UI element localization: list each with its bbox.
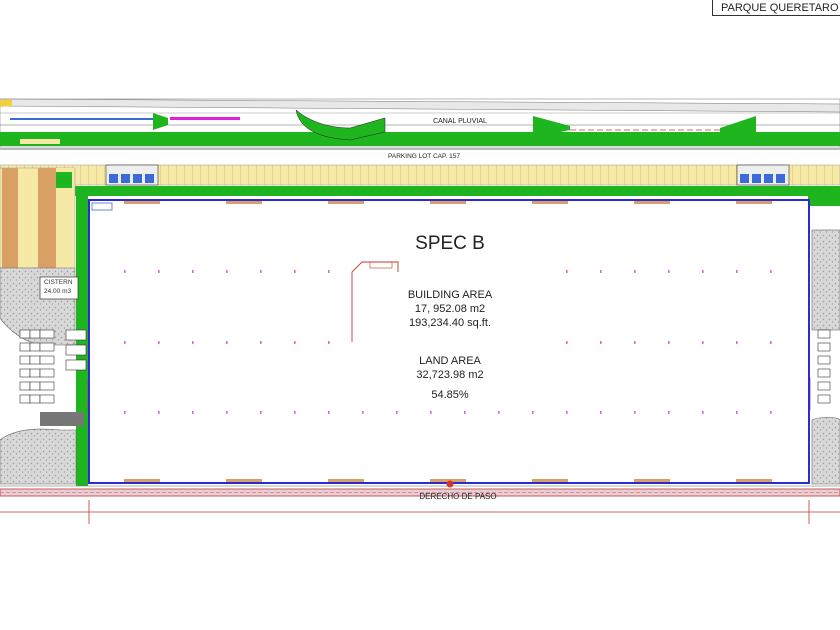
canal-label: CANAL PLUVIAL	[433, 118, 487, 125]
column-mark	[634, 270, 636, 273]
column-mark	[668, 411, 670, 414]
column-mark	[600, 411, 602, 414]
column-mark	[328, 270, 330, 273]
column-mark	[770, 341, 772, 344]
column-mark	[124, 270, 126, 273]
column-mark	[736, 411, 738, 414]
column-mark	[634, 411, 636, 414]
column-mark	[226, 411, 228, 414]
column-mark	[566, 341, 568, 344]
column-mark	[124, 341, 126, 344]
building-area-label: BUILDING AREA	[407, 289, 493, 301]
column-mark	[396, 411, 398, 414]
column-mark	[736, 270, 738, 273]
column-mark	[668, 270, 670, 273]
cistern-label: CISTERN	[44, 279, 73, 286]
building-area-m2: 17, 952.08 m2	[414, 303, 486, 315]
title-block: PARQUE QUERETARO	[712, 0, 840, 16]
column-mark	[192, 270, 194, 273]
parking-label: PARKING LOT CAP. 157	[388, 153, 460, 160]
column-mark	[600, 341, 602, 344]
column-mark	[158, 341, 160, 344]
column-mark	[294, 270, 296, 273]
building-area-sqft: 193,234.40 sq.ft.	[409, 317, 491, 329]
column-mark	[702, 411, 704, 414]
left-yard	[0, 167, 97, 486]
column-mark	[430, 411, 432, 414]
column-mark	[464, 411, 466, 414]
column-mark	[294, 341, 296, 344]
column-mark	[226, 341, 228, 344]
column-mark	[192, 411, 194, 414]
column-mark	[226, 270, 228, 273]
column-mark	[702, 341, 704, 344]
land-area-m2: 32,723.98 m2	[416, 369, 484, 381]
column-mark	[294, 411, 296, 414]
column-mark	[260, 270, 262, 273]
column-mark	[260, 411, 262, 414]
column-mark	[668, 341, 670, 344]
column-mark	[770, 270, 772, 273]
column-mark	[328, 341, 330, 344]
column-mark	[260, 341, 262, 344]
column-mark	[498, 411, 500, 414]
cistern-volume: 24.00 m3	[44, 288, 72, 295]
project-name: PARQUE QUERETARO	[721, 2, 839, 14]
column-mark	[702, 270, 704, 273]
column-mark	[566, 270, 568, 273]
column-mark	[736, 341, 738, 344]
land-area-label: LAND AREA	[419, 355, 481, 367]
building-name: SPEC B	[415, 233, 485, 254]
parking-lot: PARKING LOT CAP. 157	[0, 148, 840, 196]
column-mark	[566, 411, 568, 414]
column-mark	[158, 411, 160, 414]
column-mark	[532, 411, 534, 414]
coverage-percent: 54.85%	[431, 389, 469, 401]
column-mark	[328, 411, 330, 414]
column-mark	[600, 270, 602, 273]
column-mark	[124, 411, 126, 414]
column-mark	[158, 270, 160, 273]
column-mark	[634, 341, 636, 344]
column-mark	[362, 411, 364, 414]
column-mark	[770, 411, 772, 414]
right-of-way-label: DERECHO DE PASO	[419, 492, 496, 501]
column-mark	[192, 341, 194, 344]
canal-pluvial	[0, 98, 840, 148]
